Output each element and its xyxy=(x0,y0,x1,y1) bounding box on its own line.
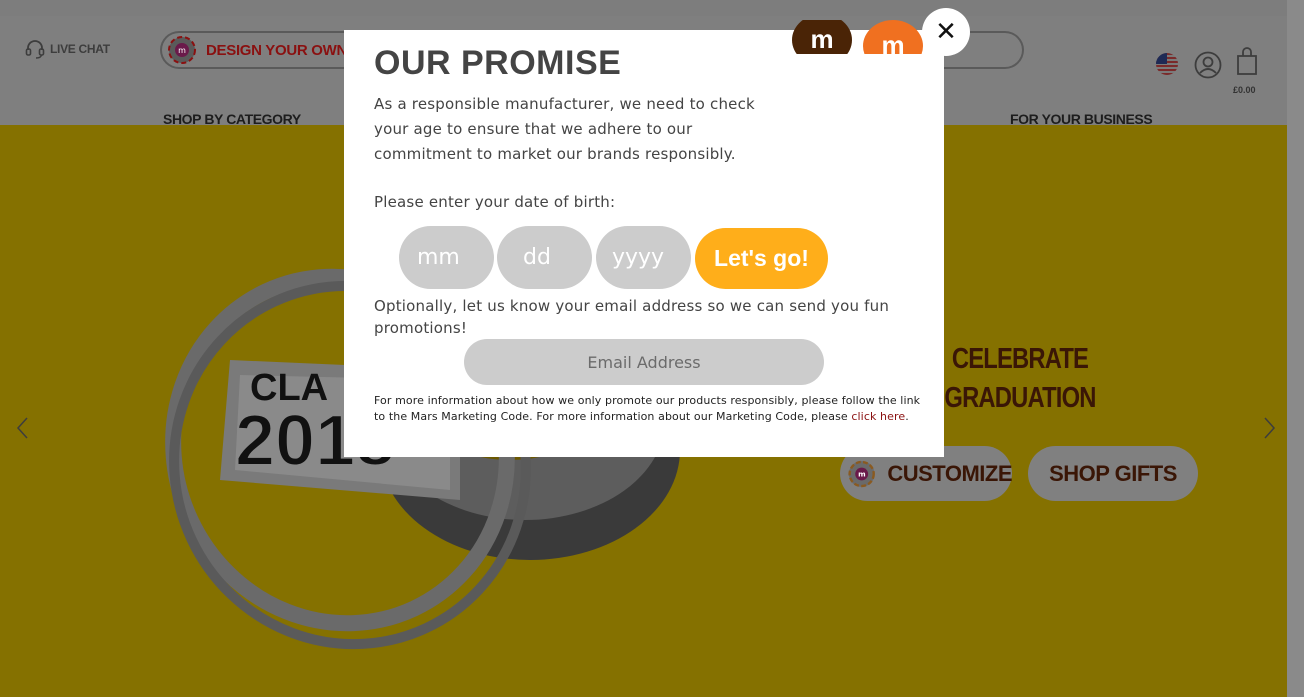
lets-go-button[interactable]: Let's go! xyxy=(695,228,828,289)
live-chat-link[interactable]: LIVE CHAT xyxy=(24,38,110,60)
carousel-prev-icon[interactable] xyxy=(14,416,32,440)
shop-gifts-button[interactable]: SHOP GIFTS xyxy=(1028,446,1198,501)
svg-text:m: m xyxy=(810,24,833,54)
cart-bag-icon[interactable] xyxy=(1235,46,1259,80)
modal-title: OUR PROMISE xyxy=(374,44,622,82)
mm-logo-icon: m xyxy=(168,36,196,64)
hero-headline-line1: CELEBRATE xyxy=(951,343,1089,375)
email-optional-text: Optionally, let us know your email addre… xyxy=(374,297,890,337)
fineprint-text: For more information about how we only p… xyxy=(374,394,921,423)
design-your-own-link[interactable]: m DESIGN YOUR OWN xyxy=(160,31,350,69)
fineprint-end: . xyxy=(905,410,909,423)
customize-label: CUSTOMIZE xyxy=(887,460,1012,486)
marketing-code-fineprint: For more information about how we only p… xyxy=(374,393,934,425)
dob-year-input[interactable] xyxy=(596,226,691,289)
dob-label: Please enter your date of birth: xyxy=(374,193,616,211)
design-your-own-label: DESIGN YOUR OWN xyxy=(206,41,348,59)
svg-text:m: m xyxy=(178,46,186,55)
us-flag-icon[interactable] xyxy=(1156,53,1178,75)
cart-total: £0.00 xyxy=(1233,85,1256,95)
mm-logo-icon: m xyxy=(848,460,875,487)
hero-headline: CELEBRATE GRADUATION xyxy=(930,340,1110,418)
page-scrollbar[interactable] xyxy=(1287,0,1304,697)
mm-candies-image: m m xyxy=(792,20,923,54)
account-icon[interactable] xyxy=(1194,51,1222,83)
email-input[interactable] xyxy=(464,339,824,385)
dob-month-input[interactable] xyxy=(399,226,494,289)
live-chat-label: LIVE CHAT xyxy=(50,42,110,56)
carousel-next-icon[interactable] xyxy=(1260,416,1278,440)
hero-headline-line2: GRADUATION xyxy=(944,382,1096,414)
modal-intro-text: As a responsible manufacturer, we need t… xyxy=(374,95,755,163)
svg-text:m: m xyxy=(881,30,904,54)
close-icon[interactable]: ✕ xyxy=(922,8,970,56)
click-here-link[interactable]: click here xyxy=(851,410,905,423)
dob-day-input[interactable] xyxy=(497,226,592,289)
svg-text:m: m xyxy=(858,469,865,478)
headset-icon xyxy=(25,40,45,59)
top-strip xyxy=(0,0,1287,16)
age-gate-modal: OUR PROMISE As a responsible manufacture… xyxy=(344,30,944,457)
